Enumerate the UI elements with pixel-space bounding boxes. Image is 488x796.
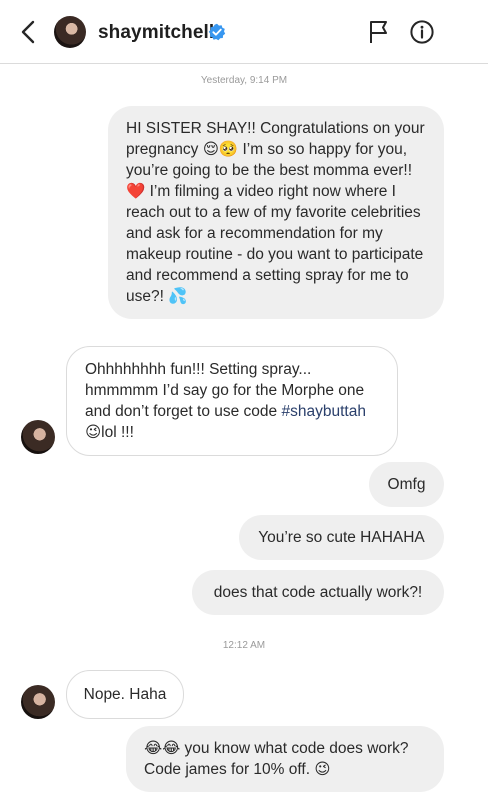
outgoing-message[interactable]: You’re so cute HAHAHA bbox=[239, 515, 444, 560]
sender-avatar[interactable] bbox=[21, 420, 55, 454]
report-flag-button[interactable] bbox=[368, 20, 390, 44]
info-icon bbox=[410, 20, 434, 44]
message-text-end: 😉lol !!! bbox=[85, 424, 134, 441]
incoming-message[interactable]: Nope. Haha bbox=[66, 670, 184, 719]
incoming-message[interactable]: Ohhhhhhhh fun!!! Setting spray... hmmmmm… bbox=[66, 346, 398, 456]
chevron-left-icon bbox=[21, 20, 35, 44]
profile-username[interactable]: shaymitchell bbox=[98, 22, 214, 44]
message-timestamp: 12:12 AM bbox=[222, 640, 266, 651]
profile-avatar[interactable] bbox=[54, 16, 86, 48]
verified-badge-icon bbox=[208, 23, 226, 41]
outgoing-message[interactable]: Omfg bbox=[369, 462, 444, 507]
outgoing-message[interactable]: 😂😂 you know what code does work? Code ja… bbox=[126, 726, 444, 792]
back-button[interactable] bbox=[16, 18, 42, 46]
conversation-header: shaymitchell bbox=[0, 0, 488, 64]
outgoing-message[interactable]: HI SISTER SHAY!! Congratulations on your… bbox=[108, 106, 444, 319]
flag-icon bbox=[370, 21, 387, 43]
message-timestamp: Yesterday, 9:14 PM bbox=[200, 75, 288, 86]
hashtag-link[interactable]: #shaybuttah bbox=[281, 403, 365, 420]
outgoing-message[interactable]: does that code actually work?! bbox=[192, 570, 444, 615]
sender-avatar[interactable] bbox=[21, 685, 55, 719]
info-button[interactable] bbox=[410, 20, 434, 44]
